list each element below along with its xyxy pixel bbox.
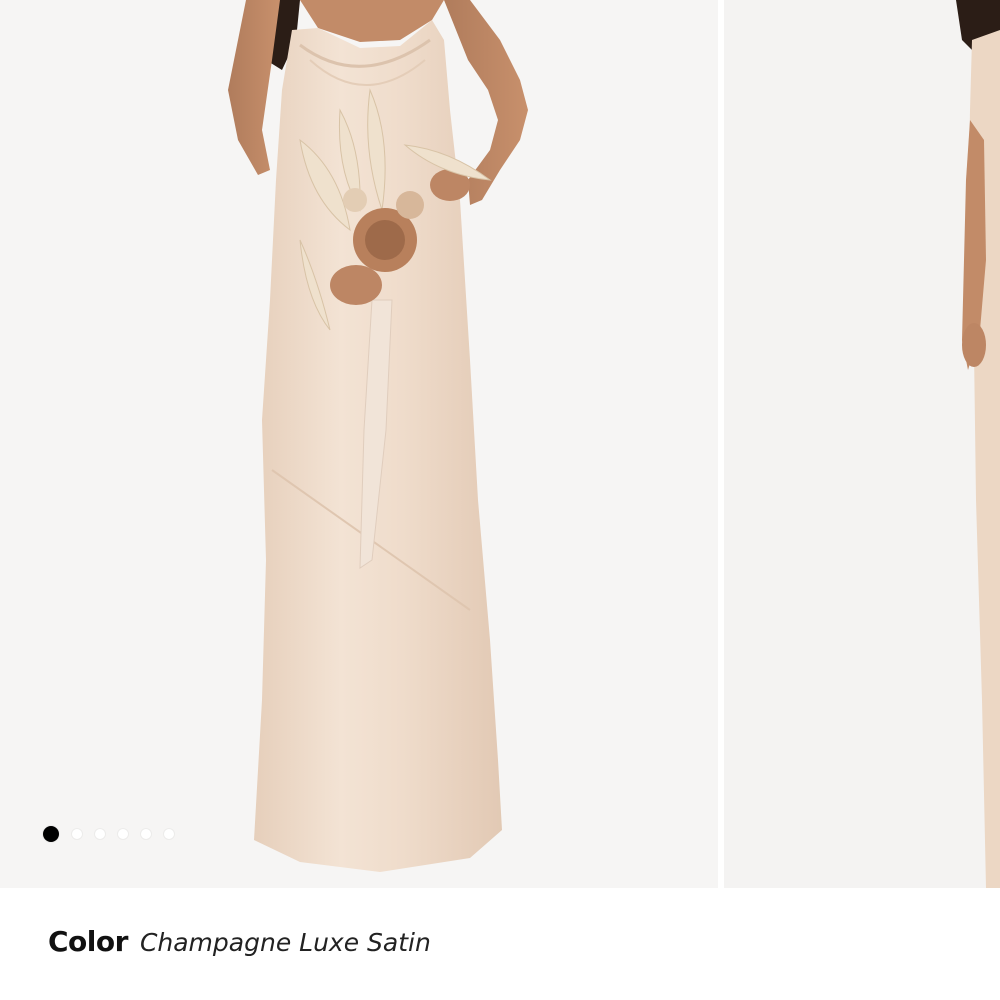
pagination-dot-5[interactable] bbox=[141, 829, 151, 839]
gallery-slide-2[interactable] bbox=[724, 0, 1000, 888]
color-label: Color bbox=[48, 925, 128, 958]
pagination-dot-4[interactable] bbox=[118, 829, 128, 839]
gallery-slide-1[interactable] bbox=[0, 0, 718, 888]
pagination-dot-3[interactable] bbox=[95, 829, 105, 839]
color-value: Champagne Luxe Satin bbox=[139, 928, 431, 957]
pagination-dot-2[interactable] bbox=[72, 829, 82, 839]
product-photo-front bbox=[228, 0, 528, 872]
pagination-dot-1[interactable] bbox=[43, 826, 59, 842]
color-selection: Color Champagne Luxe Satin bbox=[48, 925, 431, 958]
product-photo-side bbox=[956, 0, 1000, 888]
pagination-dot-6[interactable] bbox=[164, 829, 174, 839]
gallery-pagination bbox=[43, 826, 174, 842]
product-image-gallery[interactable] bbox=[0, 0, 1000, 888]
